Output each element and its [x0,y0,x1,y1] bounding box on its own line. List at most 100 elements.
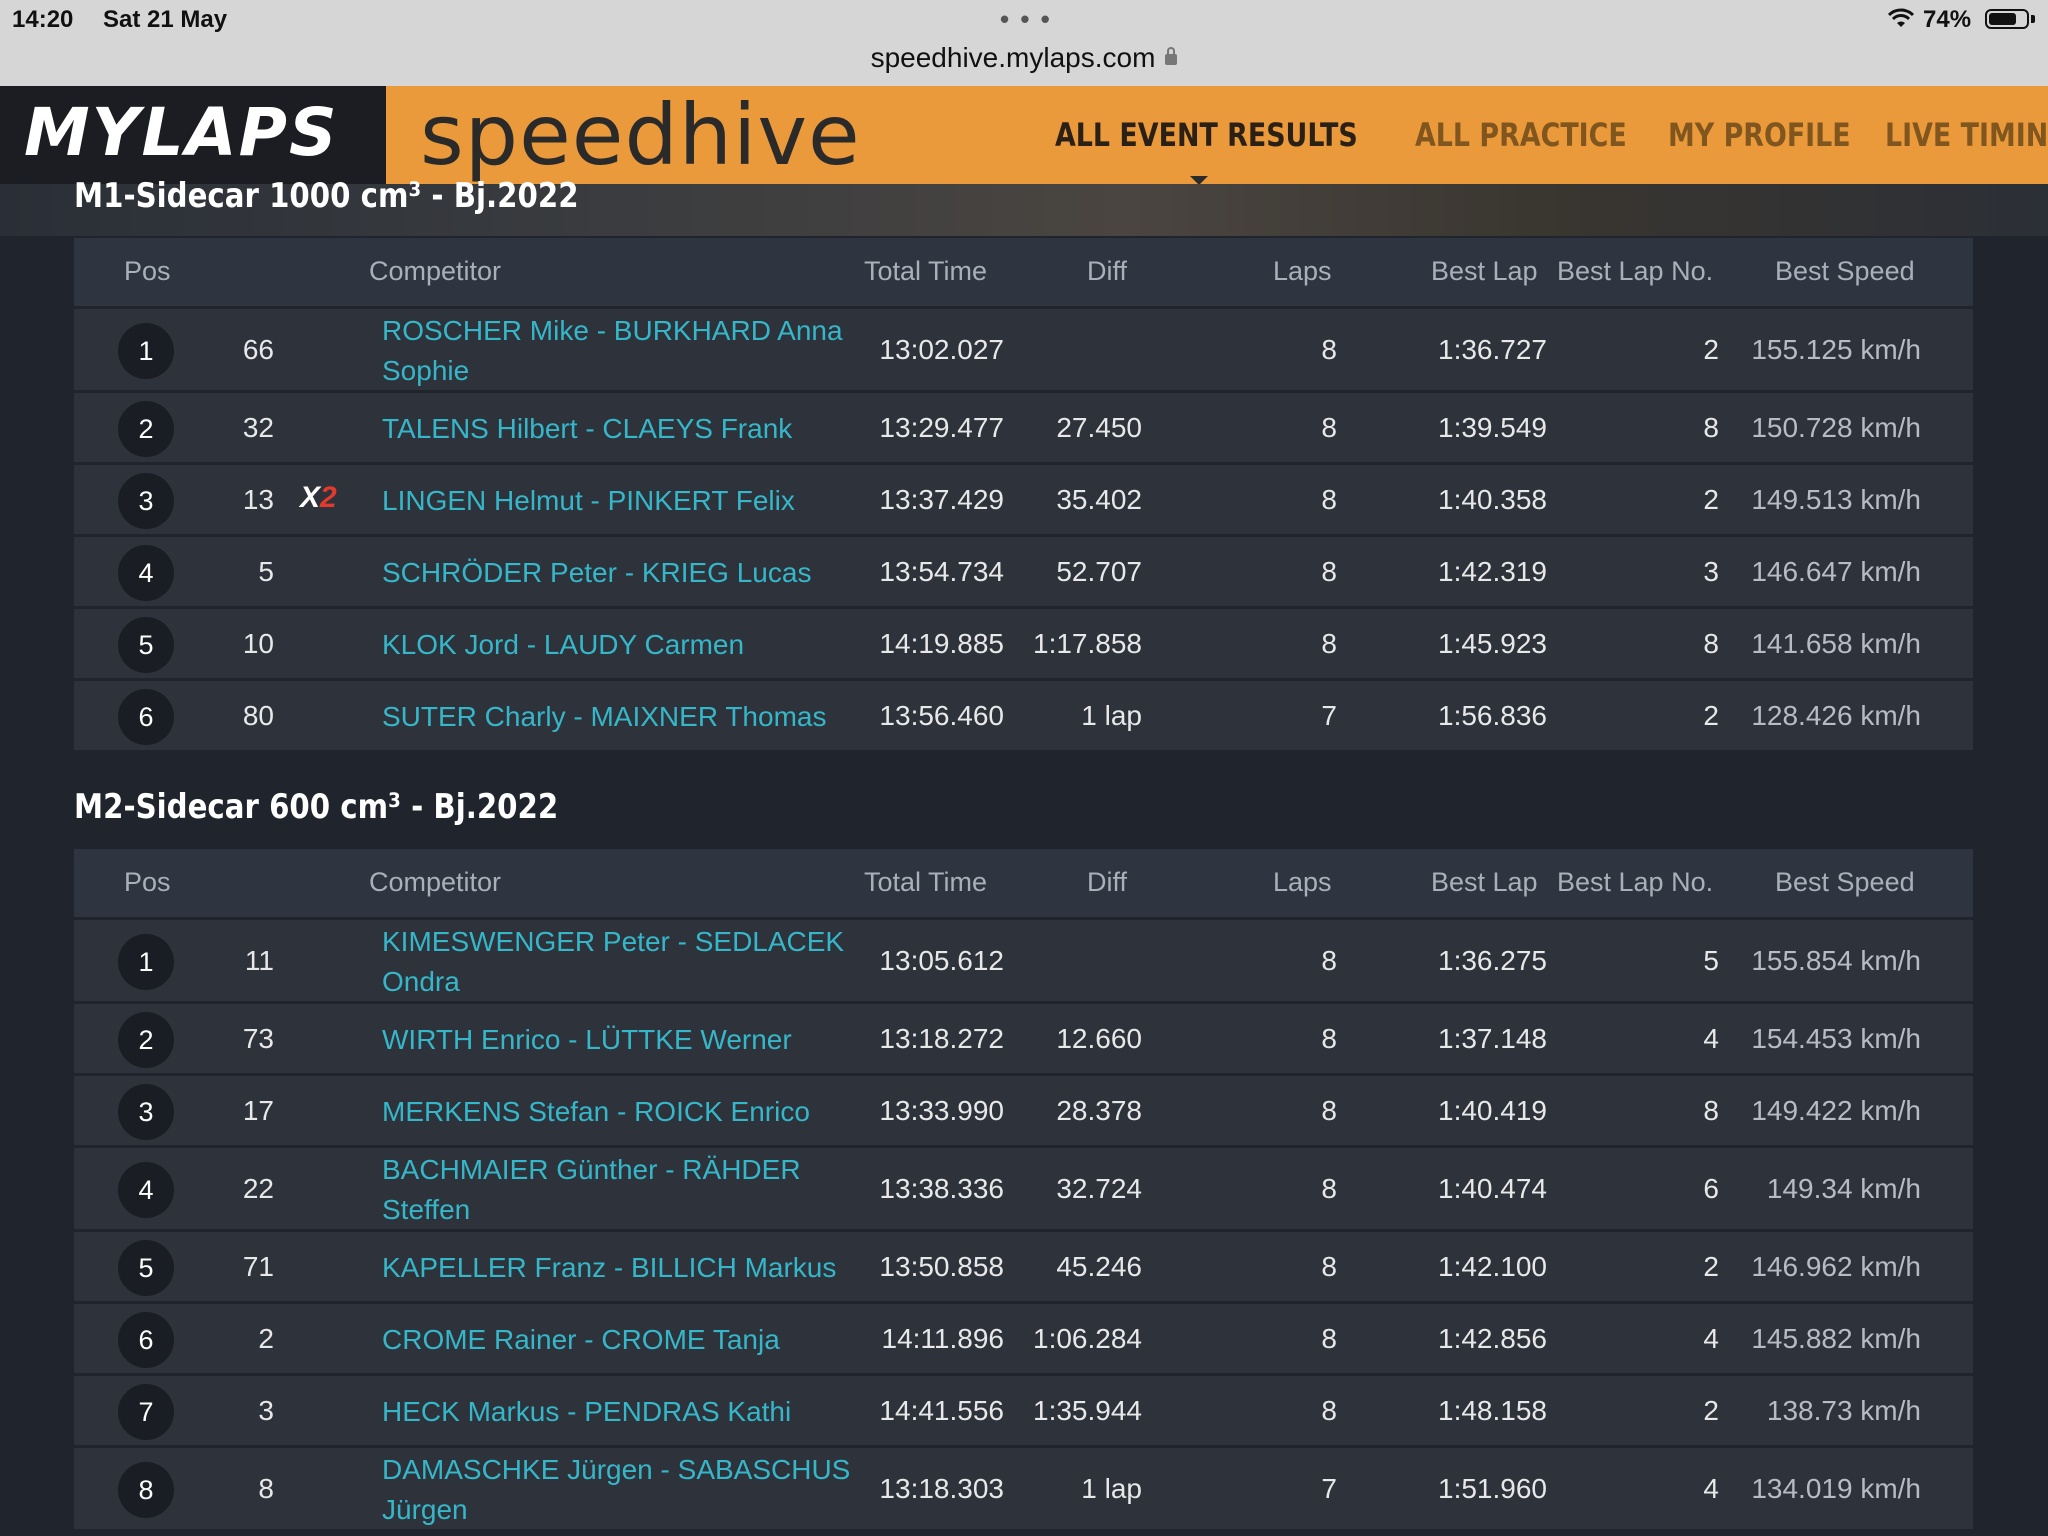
header-total-time[interactable]: Total Time [864,256,987,287]
position-badge: 2 [118,401,174,457]
best-speed: 138.73 km/h [1766,1395,1921,1426]
table-row[interactable]: 3 13 X2 LINGEN Helmut - PINKERT Felix 13:37.… [74,462,1973,534]
competitor-link[interactable]: BACHMAIER Günther - RÄHDER Steffen [382,1150,862,1230]
table-row[interactable]: 2 32 TALENS Hilbert - CLAEYS Frank 13:29.47… [74,390,1973,462]
position-badge: 4 [118,1162,174,1218]
competitor-link[interactable]: KIMESWENGER Peter - SEDLACEK Ondra [382,922,862,1002]
diff: 1:35.944 [1033,1395,1142,1426]
table-row[interactable]: 2 73 WIRTH Enrico - LÜTTKE Werner 13:18.272… [74,1001,1973,1073]
diff: 1 lap [1081,1473,1142,1504]
competitor-number: 13 [242,484,274,515]
best-lap: 1:40.474 [1438,1173,1547,1204]
competitor-number: 8 [258,1473,274,1504]
total-time: 13:56.460 [879,700,1004,731]
best-lap: 1:45.923 [1438,628,1547,659]
competitor-number: 5 [258,556,274,587]
header-total-time[interactable]: Total Time [864,867,987,898]
competitor-link[interactable]: SUTER Charly - MAIXNER Thomas [382,697,862,737]
best-speed: 150.728 km/h [1751,412,1921,443]
main-nav: ALL EVENT RESULTS ALL PRACTICE MY PROFIL… [1055,116,2048,154]
table-row[interactable]: 6 2 CROME Rainer - CROME Tanja 14:11.896 1:0… [74,1301,1973,1373]
best-lap: 1:48.158 [1438,1395,1547,1426]
header-laps[interactable]: Laps [1273,867,1332,898]
nav-all-event-results[interactable]: ALL EVENT RESULTS [1055,116,1358,154]
table-row[interactable]: 3 17 MERKENS Stefan - ROICK Enrico 13:33.99… [74,1073,1973,1145]
header-competitor[interactable]: Competitor [369,256,501,287]
position-badge: 3 [118,1084,174,1140]
header-competitor[interactable]: Competitor [369,867,501,898]
total-time: 13:33.990 [879,1095,1004,1126]
total-time: 13:18.303 [879,1473,1004,1504]
competitor-link[interactable]: MERKENS Stefan - ROICK Enrico [382,1092,862,1132]
table-row[interactable]: 1 66 ROSCHER Mike - BURKHARD Anna Sophie 13… [74,306,1973,390]
total-time: 13:38.336 [879,1173,1004,1204]
header-best-lap-no[interactable]: Best Lap No. [1557,867,1713,898]
position-badge: 3 [118,473,174,529]
nav-live-timing[interactable]: LIVE TIMING [1885,116,2048,154]
table-row[interactable]: 4 5 SCHRÖDER Peter - KRIEG Lucas 13:54.734 5… [74,534,1973,606]
laps: 7 [1321,1473,1337,1504]
results-table-m2: Pos Competitor Total Time Diff Laps Best Lap B… [74,849,1973,1529]
best-lap: 1:40.358 [1438,484,1547,515]
best-speed: 146.647 km/h [1751,556,1921,587]
competitor-link[interactable]: LINGEN Helmut - PINKERT Felix [382,481,862,521]
competitor-link[interactable]: DAMASCHKE Jürgen - SABASCHUS Jürgen [382,1450,862,1530]
header-diff[interactable]: Diff [1087,867,1127,898]
lock-icon [1165,47,1178,65]
laps: 8 [1321,484,1337,515]
mylaps-logo[interactable]: MYLAPS [0,86,386,184]
header-best-speed[interactable]: Best Speed [1775,867,1915,898]
nav-all-practice[interactable]: ALL PRACTICE [1415,116,1627,154]
table-row[interactable]: 4 22 BACHMAIER Günther - RÄHDER Steffen 13:… [74,1145,1973,1229]
table-row[interactable]: 5 71 KAPELLER Franz - BILLICH Markus 13:50.… [74,1229,1973,1301]
best-lap: 1:56.836 [1438,700,1547,731]
best-speed: 149.422 km/h [1751,1095,1921,1126]
nav-my-profile[interactable]: MY PROFILE [1668,116,1851,154]
best-speed: 145.882 km/h [1751,1323,1921,1354]
header-best-lap[interactable]: Best Lap [1431,256,1538,287]
total-time: 14:19.885 [879,628,1004,659]
table-row[interactable]: 5 10 KLOK Jord - LAUDY Carmen 14:19.885 1:17… [74,606,1973,678]
diff: 1 lap [1081,700,1142,731]
header-pos[interactable]: Pos [124,867,171,898]
laps: 8 [1321,1023,1337,1054]
header-best-lap[interactable]: Best Lap [1431,867,1538,898]
best-speed: 154.453 km/h [1751,1023,1921,1054]
header-pos[interactable]: Pos [124,256,171,287]
competitor-link[interactable]: WIRTH Enrico - LÜTTKE Werner [382,1020,862,1060]
diff: 52.707 [1056,556,1142,587]
speedhive-brand[interactable]: speedhive [420,86,861,184]
address-bar[interactable]: speedhive.mylaps.com [0,42,2048,74]
competitor-link[interactable]: ROSCHER Mike - BURKHARD Anna Sophie [382,311,862,391]
competitor-link[interactable]: TALENS Hilbert - CLAEYS Frank [382,409,862,449]
position-badge: 1 [118,934,174,990]
badge-digit: 2 [320,481,337,514]
battery-percent: 74% [1923,6,1972,33]
competitor-link[interactable]: KAPELLER Franz - BILLICH Markus [382,1248,862,1288]
table-row[interactable]: 8 8 DAMASCHKE Jürgen - SABASCHUS Jürgen 13:… [74,1445,1973,1529]
laps: 8 [1321,556,1337,587]
best-lap: 1:36.727 [1438,334,1547,365]
competitor-link[interactable]: KLOK Jord - LAUDY Carmen [382,625,862,665]
header-best-lap-no[interactable]: Best Lap No. [1557,256,1713,287]
header-laps[interactable]: Laps [1273,256,1332,287]
table-row[interactable]: 6 80 SUTER Charly - MAIXNER Thomas 13:56.46… [74,678,1973,750]
best-lap: 1:40.419 [1438,1095,1547,1126]
header-best-speed[interactable]: Best Speed [1775,256,1915,287]
best-speed: 128.426 km/h [1751,700,1921,731]
more-dots-icon[interactable]: • • • [1000,4,1052,35]
total-time: 14:11.896 [881,1323,1005,1354]
position-badge: 1 [118,323,174,379]
laps: 7 [1321,700,1337,731]
competitor-link[interactable]: SCHRÖDER Peter - KRIEG Lucas [382,553,862,593]
table-row[interactable]: 7 3 HECK Markus - PENDRAS Kathi 14:41.556 1:… [74,1373,1973,1445]
competitor-link[interactable]: CROME Rainer - CROME Tanja [382,1320,862,1360]
battery-icon [1985,9,2029,29]
best-lap: 1:42.100 [1438,1251,1547,1282]
total-time: 13:37.429 [879,484,1004,515]
laps: 8 [1321,1251,1337,1282]
table-row[interactable]: 1 11 KIMESWENGER Peter - SEDLACEK Ondra 13:… [74,917,1973,1001]
header-diff[interactable]: Diff [1087,256,1127,287]
competitor-link[interactable]: HECK Markus - PENDRAS Kathi [382,1392,862,1432]
battery-tip [2031,15,2035,23]
